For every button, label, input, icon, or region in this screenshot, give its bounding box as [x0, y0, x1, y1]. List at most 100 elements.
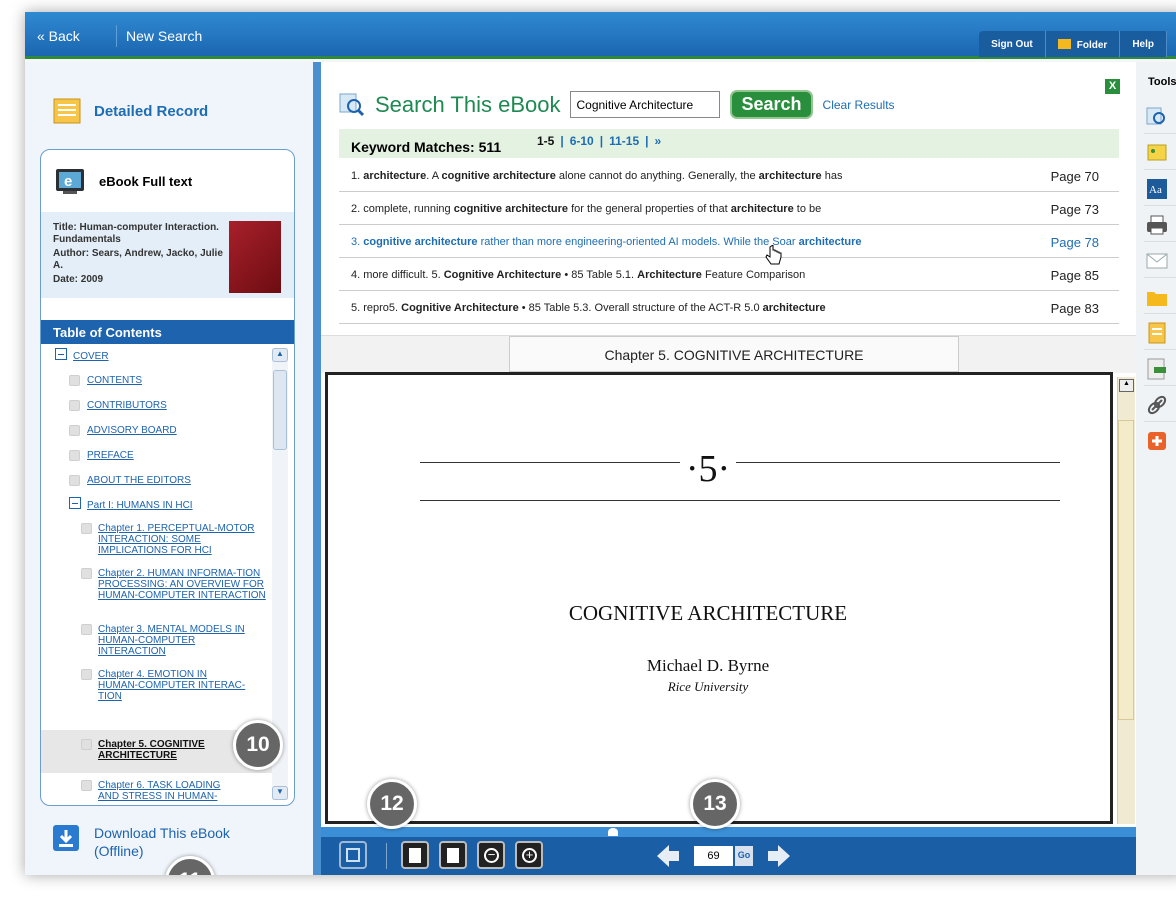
next-page-arrow-icon[interactable] [766, 843, 792, 869]
result-row-hovered[interactable]: 3. cognitive architecture rather than mo… [339, 225, 1119, 258]
zoom-in-icon[interactable]: + [515, 841, 543, 869]
close-icon[interactable]: X [1105, 79, 1120, 94]
search-button[interactable]: Search [730, 90, 813, 119]
result-page[interactable]: Page 85 [1051, 268, 1099, 283]
email-icon[interactable] [1146, 250, 1168, 272]
result-text: 1. architecture. A cognitive architectur… [351, 170, 843, 182]
previous-page-arrow-icon[interactable] [655, 843, 681, 869]
result-page[interactable]: Page 83 [1051, 301, 1099, 316]
page-link-6-10[interactable]: 6-10 [570, 134, 594, 148]
result-row[interactable]: 1. architecture. A cognitive architectur… [339, 159, 1119, 192]
detailed-record-link[interactable]: Detailed Record [52, 98, 208, 124]
divider [1144, 277, 1176, 278]
page-affiliation: Rice University [667, 679, 749, 694]
rule-line [420, 500, 1060, 501]
permalink-icon[interactable] [1146, 394, 1168, 416]
toc-checkbox[interactable] [69, 450, 80, 461]
result-page[interactable]: Page 70 [1051, 169, 1099, 184]
folder-link[interactable]: Folder [1046, 31, 1121, 57]
scroll-position-marker[interactable] [608, 828, 618, 836]
ebook-full-text-link[interactable]: e eBook Full text [41, 150, 294, 212]
download-icon [53, 825, 79, 851]
toc-checkbox[interactable] [69, 425, 80, 436]
divider [1144, 133, 1176, 134]
divider [1144, 313, 1176, 314]
toc-checkbox[interactable] [69, 400, 80, 411]
clear-results-link[interactable]: Clear Results [823, 98, 895, 112]
page-horizontal-scrollbar[interactable] [321, 827, 1136, 837]
result-row[interactable]: 2. complete, running cognitive architect… [339, 192, 1119, 225]
export-icon[interactable] [1146, 358, 1168, 380]
document-icon [53, 98, 81, 124]
toc-item-chapter-1[interactable]: Chapter 1. PERCEPTUAL-MOTOR INTERACTION:… [98, 523, 263, 556]
toc-item-about-the-editors[interactable]: ABOUT THE EDITORS [87, 475, 191, 486]
page-link-1-5[interactable]: 1-5 [537, 134, 554, 148]
zoom-out-icon[interactable]: − [477, 841, 505, 869]
toc-item-contributors[interactable]: CONTRIBUTORS [87, 400, 167, 411]
toc-item-chapter-2[interactable]: Chapter 2. HUMAN INFORMA-TION PROCESSING… [98, 568, 268, 601]
new-search-link[interactable]: New Search [126, 28, 202, 44]
toc-checkbox[interactable] [81, 669, 92, 680]
print-icon[interactable] [1146, 214, 1168, 236]
result-row[interactable]: 4. more difficult. 5. Cognitive Architec… [339, 258, 1119, 291]
help-link[interactable]: Help [1120, 31, 1167, 57]
continuous-page-icon[interactable] [439, 841, 467, 869]
toc-checkbox[interactable] [81, 523, 92, 534]
cite-icon[interactable] [1146, 322, 1168, 344]
collapse-icon[interactable] [69, 497, 81, 509]
toc-item-preface[interactable]: PREFACE [87, 450, 134, 461]
search-input[interactable] [570, 91, 721, 118]
book-cover-image[interactable] [229, 221, 281, 293]
sign-out-link[interactable]: Sign Out [979, 31, 1046, 57]
result-page[interactable]: Page 73 [1051, 202, 1099, 217]
result-text: 2. complete, running cognitive architect… [351, 203, 822, 215]
toc-item-cover[interactable]: COVER [73, 351, 109, 362]
toc-item-contents[interactable]: CONTENTS [87, 375, 142, 386]
toc-item-chapter-3[interactable]: Chapter 3. MENTAL MODELS IN HUMAN-COMPUT… [98, 624, 248, 657]
font-tool-icon[interactable]: Aa [1146, 178, 1168, 200]
scroll-down-icon[interactable]: ▼ [272, 786, 288, 800]
go-button[interactable]: Go [735, 846, 753, 866]
folder-icon [1057, 39, 1071, 49]
book-page-view[interactable]: ·5· COGNITIVE ARCHITECTURE Michael D. By… [325, 372, 1113, 824]
fit-page-icon[interactable] [339, 841, 367, 869]
divider [116, 25, 117, 47]
page-link-next[interactable]: » [654, 134, 661, 148]
divider [1144, 385, 1176, 386]
add-icon[interactable] [1146, 430, 1168, 452]
toc-item-chapter-6[interactable]: Chapter 6. TASK LOADING AND STRESS IN HU… [98, 780, 238, 802]
panel-splitter[interactable] [313, 62, 321, 875]
scroll-thumb[interactable] [273, 370, 287, 450]
toc-checkbox[interactable] [69, 375, 80, 386]
search-tool-icon[interactable] [1146, 106, 1168, 128]
page-vertical-scrollbar[interactable]: ▲ [1117, 377, 1135, 824]
folder-icon[interactable] [1146, 286, 1168, 308]
download-ebook-link[interactable]: Download This eBook (Offline) [52, 824, 264, 860]
toc-item-advisory-board[interactable]: ADVISORY BOARD [87, 425, 177, 436]
page-author: Michael D. Byrne [646, 656, 770, 675]
toc-checkbox[interactable] [81, 568, 92, 579]
divider [386, 843, 387, 869]
toc-checkbox[interactable] [81, 739, 92, 750]
single-page-icon[interactable] [401, 841, 429, 869]
note-tool-icon[interactable] [1146, 142, 1168, 164]
scroll-up-icon[interactable]: ▲ [272, 348, 288, 362]
page-number-input[interactable]: 69 [694, 846, 733, 866]
page-separator: | [599, 134, 604, 148]
toc-item-chapter-5-selected[interactable]: Chapter 5. COGNITIVE ARCHITECTURE [98, 739, 248, 761]
page-link-11-15[interactable]: 11-15 [609, 134, 639, 148]
toc-checkbox[interactable] [81, 624, 92, 635]
collapse-icon[interactable] [55, 348, 67, 360]
result-row[interactable]: 5. repro5. Cognitive Architecture • 85 T… [339, 291, 1119, 324]
result-page[interactable]: Page 78 [1051, 235, 1099, 250]
toc-item-part-1[interactable]: Part I: HUMANS IN HCI [87, 500, 193, 511]
scroll-up-icon[interactable]: ▲ [1119, 379, 1134, 392]
scroll-thumb[interactable] [1118, 420, 1134, 720]
divider [1144, 241, 1176, 242]
toc-item-chapter-4[interactable]: Chapter 4. EMOTION IN HUMAN-COMPUTER INT… [98, 669, 248, 702]
result-text: 4. more difficult. 5. Cognitive Architec… [351, 269, 806, 281]
toc-checkbox[interactable] [69, 475, 80, 486]
download-label: Download This eBook (Offline) [94, 825, 230, 859]
toc-checkbox[interactable] [81, 780, 92, 791]
back-link[interactable]: « Back [37, 28, 80, 44]
